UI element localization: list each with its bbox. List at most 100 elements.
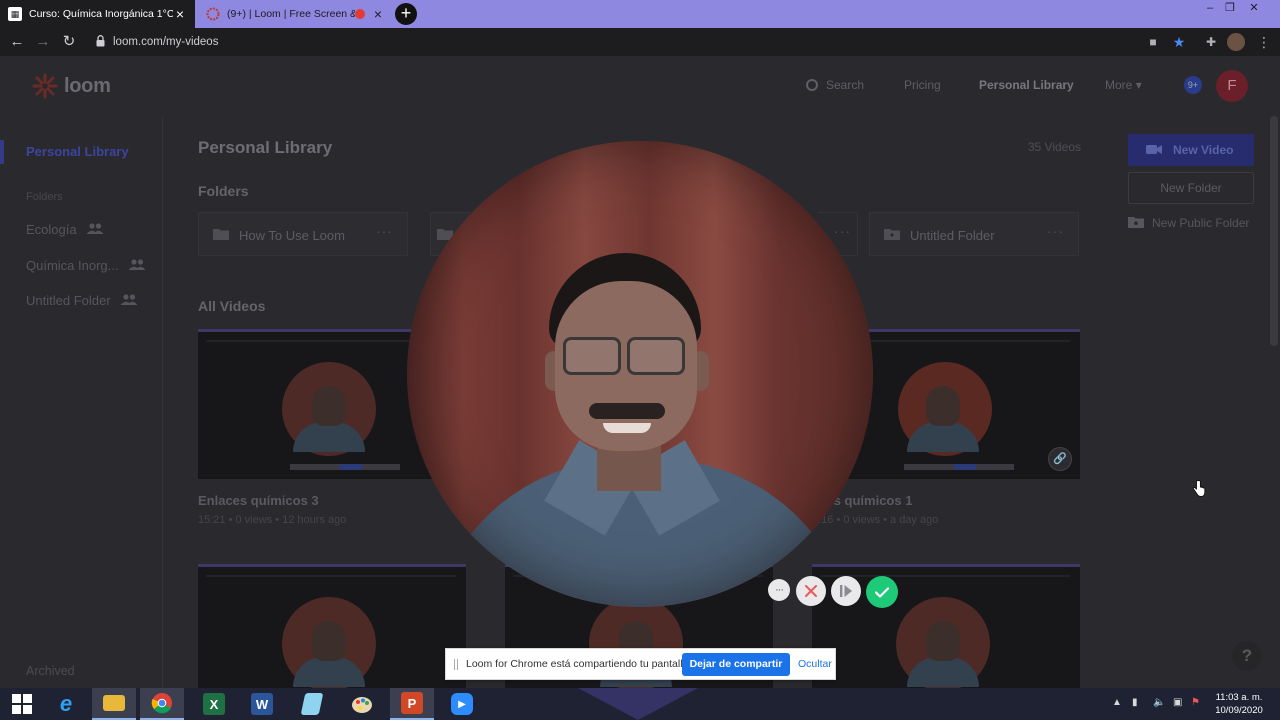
new-folder-button[interactable]: New Folder	[1128, 172, 1254, 204]
tab-close-icon[interactable]: ×	[371, 6, 385, 22]
profile-avatar-icon[interactable]	[1227, 33, 1245, 51]
thumb-detail	[340, 464, 362, 470]
browser-toolbar: ← → ↻ loom.com/my-videos ■ ★ ✚ ⋮	[0, 28, 1280, 56]
zoom-icon: ▶	[451, 693, 473, 715]
new-tab-button[interactable]: +	[395, 3, 417, 25]
thumb-detail	[312, 621, 346, 661]
nav-search[interactable]: Search	[806, 78, 864, 92]
close-icon	[805, 585, 817, 597]
camera-feed-detail	[407, 141, 873, 607]
taskbar-powerpoint[interactable]: P	[390, 688, 434, 720]
folder-more-icon[interactable]: ···	[376, 223, 393, 239]
taskbar-zoom[interactable]: ▶	[440, 688, 484, 720]
video-card[interactable]	[198, 564, 466, 688]
volume-icon[interactable]: 🔈	[1153, 697, 1165, 708]
finish-recording-button[interactable]	[866, 576, 898, 608]
tab-close-icon[interactable]: ×	[173, 6, 187, 22]
taskbar-file-explorer[interactable]	[92, 688, 136, 720]
nav-personal-library[interactable]: Personal Library	[979, 78, 1074, 92]
restore-button[interactable]: ❐	[1218, 0, 1242, 18]
loom-logo-text: loom	[64, 74, 111, 97]
reload-icon[interactable]: ↻	[60, 33, 78, 51]
taskbar-excel[interactable]: X	[192, 688, 236, 720]
taskbar-clock[interactable]: 11:03 a. m. 10/09/2020	[1208, 691, 1270, 717]
tab-loom[interactable]: (9+) | Loom | Free Screen & V ×	[198, 0, 393, 28]
hide-share-bar-link[interactable]: Ocultar	[798, 658, 832, 670]
folder-name: How To Use Loom	[239, 228, 345, 243]
new-video-button[interactable]: New Video	[1128, 134, 1254, 166]
taskbar-word[interactable]: W	[240, 688, 284, 720]
shared-folder-icon	[884, 229, 900, 240]
taskbar-notepad[interactable]	[290, 688, 334, 720]
taskbar-chrome[interactable]	[140, 688, 184, 720]
loom-icon	[206, 7, 220, 21]
sidebar-folders-label: Folders	[26, 191, 63, 203]
notifications-icon[interactable]: 9+	[1184, 76, 1202, 94]
back-icon[interactable]: ←	[8, 33, 26, 51]
video-thumbnail[interactable]	[198, 564, 466, 688]
lock-icon	[96, 35, 105, 47]
windows-start-button[interactable]	[0, 688, 44, 720]
cancel-recording-button[interactable]	[796, 576, 826, 606]
tray-pen-icon[interactable]: ▮	[1132, 697, 1138, 708]
internet-explorer-icon: e	[59, 691, 73, 716]
folder-card[interactable]: Untitled Folder ···	[869, 212, 1079, 256]
url-text: loom.com/my-videos	[113, 36, 219, 48]
forward-icon[interactable]: →	[34, 33, 52, 51]
word-icon: W	[251, 693, 273, 715]
video-title[interactable]: Enlaces químicos 3	[198, 493, 466, 508]
action-center-icon[interactable]: ⚑	[1191, 697, 1200, 708]
copy-link-icon[interactable]: 🔗	[1048, 447, 1072, 471]
nav-pricing[interactable]: Pricing	[904, 78, 941, 92]
stop-sharing-button[interactable]: Dejar de compartir	[682, 653, 790, 676]
taskbar-internet-explorer[interactable]: e	[44, 688, 88, 720]
tray-overflow-icon[interactable]: ▲	[1112, 697, 1122, 708]
help-button[interactable]: ?	[1232, 641, 1262, 671]
recording-more-button[interactable]: ···	[768, 579, 790, 601]
taskbar-notch	[578, 688, 698, 720]
sidebar: Personal Library Folders Ecología Químic…	[0, 116, 163, 688]
sidebar-item-untitled-folder[interactable]: Untitled Folder	[26, 293, 138, 308]
sidebar-item-personal-library[interactable]: Personal Library	[26, 144, 129, 159]
shared-people-icon	[86, 223, 104, 234]
hand-pointer-icon	[1192, 480, 1206, 497]
address-bar[interactable]: loom.com/my-videos	[88, 31, 1198, 53]
sidebar-item-archived[interactable]: Archived	[26, 664, 75, 678]
drag-handle-icon[interactable]	[454, 659, 458, 670]
tab-title: Curso: Química Inorgánica 1°C	[29, 8, 173, 20]
taskbar-paint[interactable]	[340, 688, 384, 720]
user-avatar[interactable]: F	[1216, 70, 1248, 102]
extensions-icon[interactable]: ✚	[1202, 33, 1220, 51]
search-icon	[806, 79, 818, 91]
excel-icon: X	[203, 693, 225, 715]
tab-title: (9+) | Loom | Free Screen & V	[227, 8, 355, 20]
folder-more-icon[interactable]: ···	[834, 223, 851, 239]
new-public-folder-button[interactable]: New Public Folder	[1128, 216, 1268, 230]
thumb-detail	[954, 464, 976, 470]
paint-palette-icon	[352, 697, 372, 713]
page-scrollbar[interactable]	[1270, 116, 1278, 346]
sidebar-active-indicator	[0, 140, 4, 164]
close-window-button[interactable]: ✕	[1242, 0, 1266, 18]
loom-logo-icon	[32, 73, 58, 99]
shared-people-icon	[128, 259, 146, 270]
video-title[interactable]: aces químicos 1	[812, 493, 1080, 508]
sidebar-item-quimica-inorganica[interactable]: Química Inorg...	[26, 258, 146, 273]
folder-card[interactable]: How To Use Loom ···	[198, 212, 408, 256]
camera-bubble[interactable]	[407, 141, 873, 607]
video-count: 35 Videos	[1027, 140, 1081, 154]
folder-name: Untitled Folder	[910, 228, 995, 243]
all-videos-heading: All Videos	[198, 298, 266, 314]
network-icon[interactable]: ▣	[1173, 697, 1182, 708]
folder-more-icon[interactable]: ···	[1047, 223, 1064, 239]
nav-search-label: Search	[826, 78, 865, 92]
camera-in-use-icon[interactable]: ■	[1144, 33, 1162, 51]
clock-time: 11:03 a. m.	[1215, 692, 1263, 703]
nav-more[interactable]: More ▾	[1105, 78, 1142, 92]
tab-classroom[interactable]: ▦ Curso: Química Inorgánica 1°C ×	[0, 0, 195, 28]
sidebar-item-ecologia[interactable]: Ecología	[26, 222, 104, 237]
bookmark-star-icon[interactable]: ★	[1170, 33, 1188, 51]
loom-logo[interactable]: loom	[32, 73, 111, 99]
chrome-menu-icon[interactable]: ⋮	[1255, 33, 1273, 51]
pause-recording-button[interactable]	[831, 576, 861, 606]
